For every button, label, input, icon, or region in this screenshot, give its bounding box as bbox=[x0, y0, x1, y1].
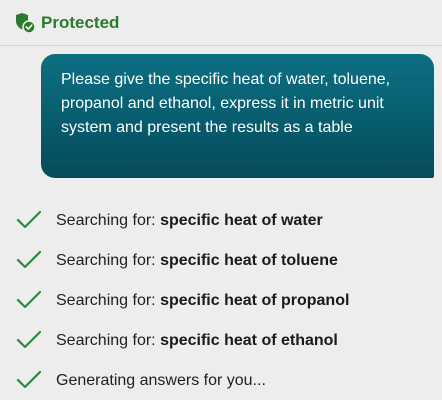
checkmark-icon bbox=[16, 210, 42, 229]
step-prefix: Searching for: bbox=[56, 212, 161, 229]
step-query: specific heat of ethanol bbox=[160, 332, 338, 349]
checkmark-icon bbox=[16, 250, 42, 269]
protection-header: Protected bbox=[0, 0, 442, 46]
step-prefix: Searching for: bbox=[56, 292, 161, 309]
checkmark-icon bbox=[16, 330, 42, 349]
shield-check-icon bbox=[16, 13, 36, 34]
step-text: Searching for: specific heat of water bbox=[56, 211, 323, 231]
search-step-water: Searching for: specific heat of water bbox=[16, 209, 436, 233]
checkmark-icon bbox=[16, 290, 42, 309]
step-prefix: Generating answers for you... bbox=[56, 372, 266, 389]
step-query: specific heat of propanol bbox=[160, 292, 350, 309]
protected-label: Protected bbox=[41, 13, 120, 32]
step-prefix: Searching for: bbox=[56, 332, 161, 349]
step-query: specific heat of water bbox=[160, 212, 323, 229]
user-message-text: Please give the specific heat of water, … bbox=[61, 71, 391, 136]
search-step-ethanol: Searching for: specific heat of ethanol bbox=[16, 329, 436, 353]
search-step-toluene: Searching for: specific heat of toluene bbox=[16, 249, 436, 273]
step-text: Searching for: specific heat of ethanol bbox=[56, 331, 338, 351]
step-text: Searching for: specific heat of toluene bbox=[56, 251, 338, 271]
checkmark-icon bbox=[16, 370, 42, 389]
step-prefix: Searching for: bbox=[56, 252, 161, 269]
step-text: Generating answers for you... bbox=[56, 371, 266, 391]
step-query: specific heat of toluene bbox=[160, 252, 338, 269]
user-message-bubble: Please give the specific heat of water, … bbox=[41, 54, 434, 178]
search-step-propanol: Searching for: specific heat of propanol bbox=[16, 289, 436, 313]
generating-step: Generating answers for you... bbox=[16, 369, 436, 393]
step-text: Searching for: specific heat of propanol bbox=[56, 291, 349, 311]
